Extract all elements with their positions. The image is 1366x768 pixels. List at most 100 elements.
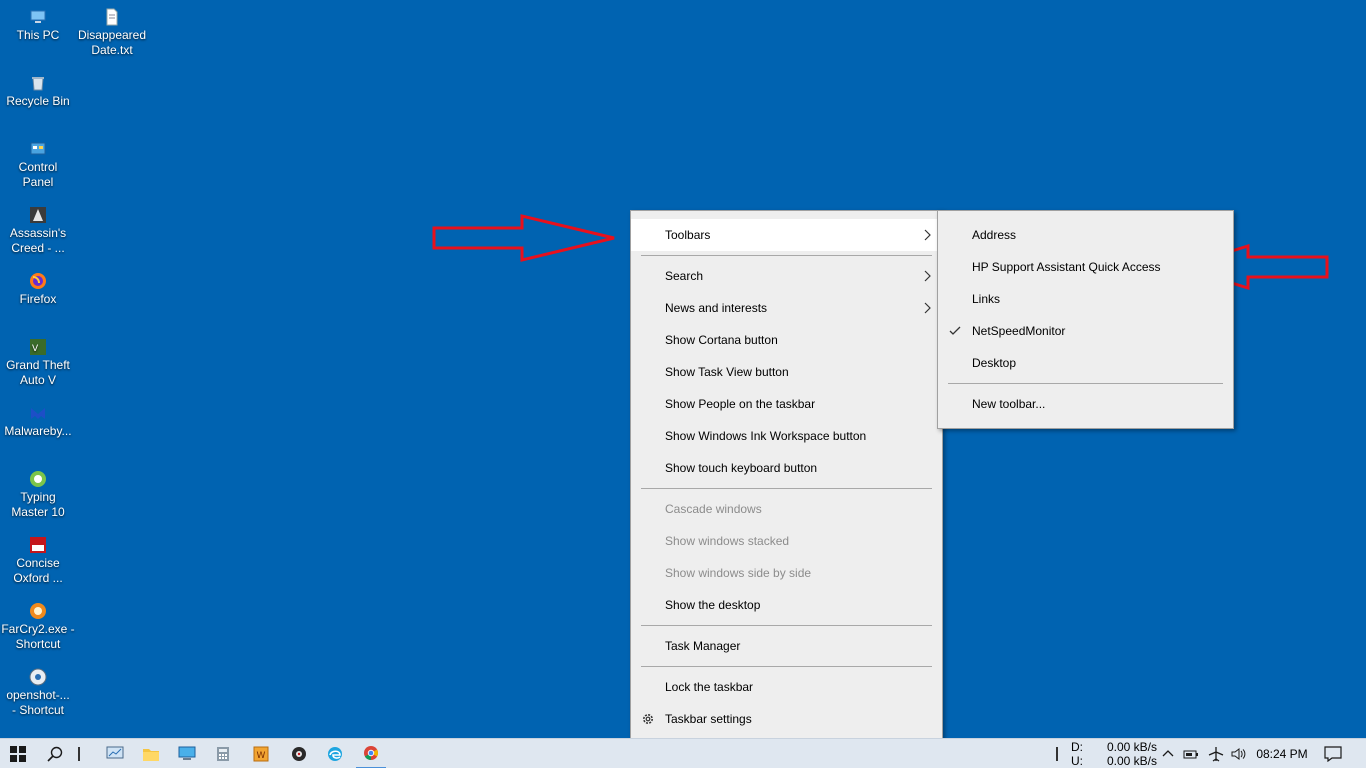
desktop-icon-typing-master[interactable]: Typing Master 10 xyxy=(0,464,76,520)
menu-item-show-people[interactable]: Show People on the taskbar xyxy=(631,388,942,420)
menu-item-label: Search xyxy=(665,269,704,283)
desktop-icon-recycle-bin[interactable]: Recycle Bin xyxy=(0,68,76,109)
submenu-item-desktop[interactable]: Desktop xyxy=(938,347,1233,379)
notification-icon xyxy=(1324,746,1342,762)
computer-icon xyxy=(30,10,46,23)
menu-item-show-the-desktop[interactable]: Show the desktop xyxy=(631,589,942,621)
game-icon xyxy=(30,207,46,223)
svg-text:W: W xyxy=(257,751,266,761)
menu-item-label: NetSpeedMonitor xyxy=(972,324,1066,338)
chevron-right-icon xyxy=(924,229,931,241)
menu-item-label: Show the desktop xyxy=(665,598,761,612)
typing-master-icon xyxy=(30,471,46,487)
download-label: D: xyxy=(1071,740,1083,754)
desktop-icon-openshot[interactable]: openshot-... - Shortcut xyxy=(0,662,76,718)
desktop-icon-firefox[interactable]: Firefox xyxy=(0,266,76,307)
menu-item-label: Show touch keyboard button xyxy=(665,461,818,475)
recycle-bin-icon xyxy=(32,77,44,91)
submenu-item-address[interactable]: Address xyxy=(938,219,1233,251)
taskbar-context-menu: Toolbars Search News and interests Show … xyxy=(630,210,943,744)
airplane-icon xyxy=(1208,747,1224,762)
menu-item-search[interactable]: Search xyxy=(631,260,942,292)
desktop-icon-concise-oxford[interactable]: Concise Oxford ... xyxy=(0,530,76,586)
taskbar[interactable]: W D: 0.00 kB/s U: 0.00 kB/s 08:24 PM xyxy=(0,738,1366,768)
menu-item-lock-the-taskbar[interactable]: Lock the taskbar xyxy=(631,671,942,703)
edge-icon xyxy=(328,747,342,761)
menu-item-show-task-view-button[interactable]: Show Task View button xyxy=(631,356,942,388)
desktop-icon-label: Assassin's Creed - ... xyxy=(9,226,67,255)
menu-item-news-and-interests[interactable]: News and interests xyxy=(631,292,942,324)
desktop-icon-label: Recycle Bin xyxy=(6,94,70,108)
desktop-icon-this-pc[interactable]: This PC xyxy=(0,2,76,43)
volume-button[interactable] xyxy=(1229,739,1249,768)
taskbar-app-calculator[interactable] xyxy=(208,739,238,768)
desktop-icon-label: Grand Theft Auto V xyxy=(6,358,70,387)
chevron-up-icon xyxy=(1162,750,1174,757)
calculator-icon xyxy=(217,747,229,761)
upload-speed: 0.00 kB/s xyxy=(1106,754,1157,768)
menu-item-label: Taskbar settings xyxy=(665,712,752,726)
malwarebytes-icon xyxy=(31,408,45,419)
desktop-icon-malwarebytes[interactable]: Malwareby... xyxy=(0,398,76,439)
desktop-icon-label: Disappeared Date.txt xyxy=(77,28,147,57)
desktop-icon-label: openshot-... - Shortcut xyxy=(6,688,70,717)
taskbar-app-writer[interactable]: W xyxy=(246,739,276,768)
taskbar-app-this-pc[interactable] xyxy=(172,739,202,768)
folder-icon xyxy=(143,749,159,761)
desktop-icon-farcry2[interactable]: FarCry2.exe - Shortcut xyxy=(0,596,76,652)
search-button[interactable] xyxy=(40,739,70,768)
taskbar-app-photos[interactable] xyxy=(100,739,130,768)
menu-item-taskbar-settings[interactable]: Taskbar settings xyxy=(631,703,942,735)
menu-item-show-ink-workspace[interactable]: Show Windows Ink Workspace button xyxy=(631,420,942,452)
download-speed: 0.00 kB/s xyxy=(1106,740,1157,754)
chevron-right-icon xyxy=(924,302,931,314)
text-file-icon xyxy=(106,8,118,26)
submenu-item-netspeedmonitor[interactable]: NetSpeedMonitor xyxy=(938,315,1233,347)
start-button[interactable] xyxy=(0,739,36,768)
upload-label: U: xyxy=(1071,754,1083,768)
battery-button[interactable] xyxy=(1181,739,1201,768)
menu-item-show-cortana-button[interactable]: Show Cortana button xyxy=(631,324,942,356)
airplane-mode-button[interactable] xyxy=(1205,739,1227,768)
chrome-icon xyxy=(364,746,379,761)
menu-item-label: Links xyxy=(972,292,1001,306)
taskbar-app-chrome[interactable] xyxy=(356,739,386,768)
desktop-icon-disappeared-date[interactable]: Disappeared Date.txt xyxy=(74,2,150,58)
menu-item-label: Task Manager xyxy=(665,639,741,653)
monitor-chart-icon xyxy=(106,746,124,759)
menu-item-show-windows-stacked: Show windows stacked xyxy=(631,525,942,557)
media-player-icon xyxy=(292,747,306,761)
netspeed-grip[interactable] xyxy=(1052,739,1062,768)
taskbar-app-edge[interactable] xyxy=(320,739,350,768)
desktop-icon-control-panel[interactable]: Control Panel xyxy=(0,134,76,190)
chevron-right-icon xyxy=(924,270,931,282)
menu-item-label: Toolbars xyxy=(665,228,711,242)
desktop-icon-label: Typing Master 10 xyxy=(11,490,65,519)
taskbar-app-media-player[interactable] xyxy=(284,739,314,768)
menu-item-label: News and interests xyxy=(665,301,768,315)
submenu-item-links[interactable]: Links xyxy=(938,283,1233,315)
menu-item-label: Show windows stacked xyxy=(665,534,790,548)
menu-item-label: Show windows side by side xyxy=(665,566,812,580)
menu-item-label: Show Windows Ink Workspace button xyxy=(665,429,867,443)
desktop-icon-assassins-creed[interactable]: Assassin's Creed - ... xyxy=(0,200,76,256)
action-center-button[interactable] xyxy=(1318,739,1348,768)
speaker-icon xyxy=(1231,748,1246,760)
gear-icon xyxy=(643,714,653,724)
clock-button[interactable]: 08:24 PM xyxy=(1252,739,1312,768)
desktop-icon-gta-v[interactable]: V Grand Theft Auto V xyxy=(0,332,76,388)
document-app-icon: W xyxy=(253,746,269,762)
submenu-item-hp-support-assistant[interactable]: HP Support Assistant Quick Access xyxy=(938,251,1233,283)
openshot-icon xyxy=(29,668,47,686)
menu-item-label: HP Support Assistant Quick Access xyxy=(972,260,1161,274)
menu-item-toolbars[interactable]: Toolbars xyxy=(631,219,942,251)
submenu-item-new-toolbar[interactable]: New toolbar... xyxy=(938,388,1233,420)
menu-item-show-touch-keyboard[interactable]: Show touch keyboard button xyxy=(631,452,942,484)
desktop-icon-label: Malwareby... xyxy=(4,424,72,438)
show-hidden-icons-button[interactable] xyxy=(1159,739,1177,768)
menu-item-label: New toolbar... xyxy=(972,397,1046,411)
menu-item-task-manager[interactable]: Task Manager xyxy=(631,630,942,662)
menu-separator xyxy=(641,488,932,489)
taskbar-app-file-explorer[interactable] xyxy=(136,739,166,768)
menu-item-show-windows-side-by-side: Show windows side by side xyxy=(631,557,942,589)
